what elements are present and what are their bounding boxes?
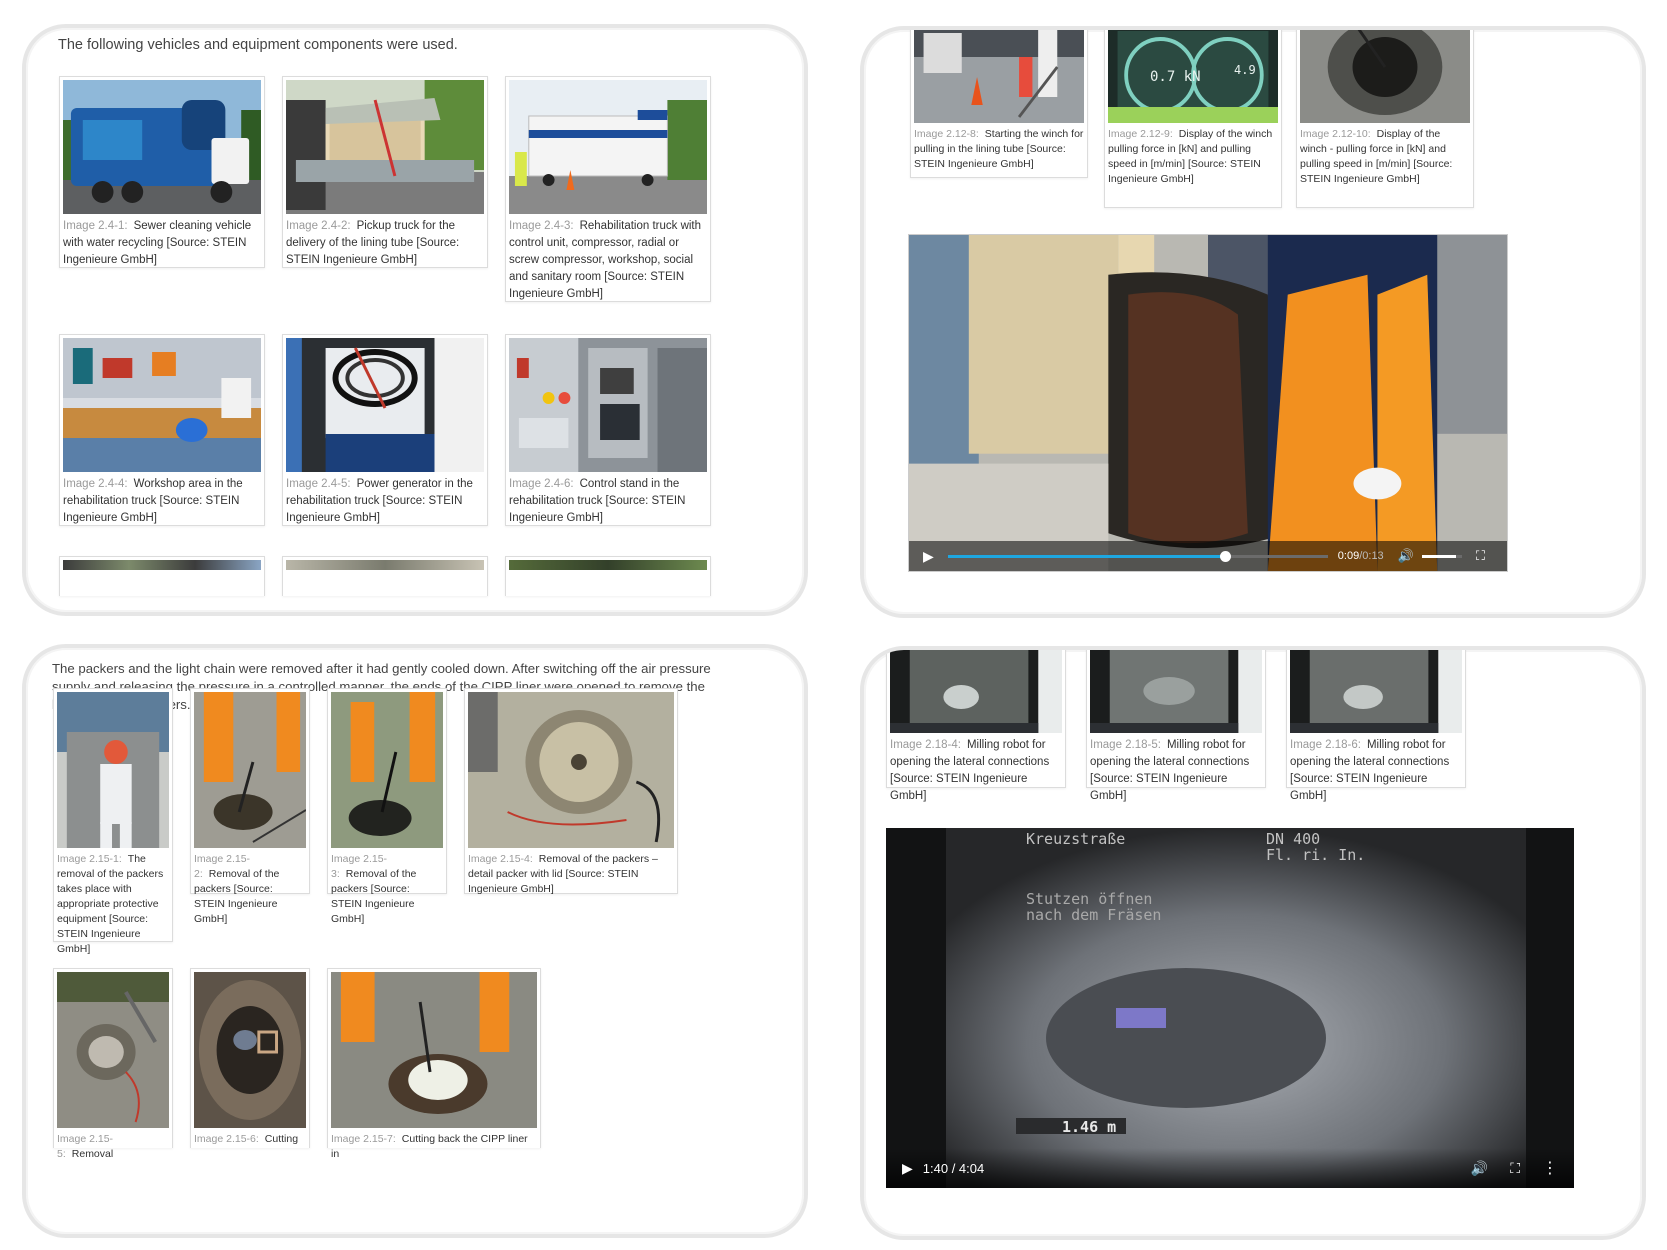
caption-number: Image 2.4-3: — [509, 220, 574, 232]
figure-packer-removal-3[interactable]: Image 2.15-3: Removal of the packers [Sou… — [327, 688, 447, 925]
caption-number: Image 2.15-7: — [331, 1133, 396, 1145]
photo-milling-robot-5[interactable] — [1090, 650, 1262, 733]
photo-manhole[interactable] — [1300, 30, 1470, 123]
figure-winch-display-manhole[interactable]: Image 2.12-10: Display of the winch - pul… — [1296, 30, 1474, 208]
caption-number: Image 2.18-5: — [1090, 739, 1161, 751]
fullscreen-icon[interactable]: ⛶ — [1510, 1160, 1520, 1177]
video-time: 1:40 / 4:04 — [922, 1160, 985, 1176]
video-controls: ▶ 1:40 / 4:04 🔊 ⛶ ⋮ — [886, 1148, 1574, 1188]
caption-number: Image 2.12-8: — [914, 128, 979, 140]
intro-text: The following vehicles and equipment com… — [58, 37, 458, 53]
figure-starting-winch[interactable]: Image 2.12-8: Starting the winch for pull… — [910, 30, 1088, 178]
figure-milling-robot-6[interactable]: Image 2.18-6: Milling robot for opening t… — [1286, 650, 1466, 802]
photo-power-generator[interactable] — [286, 338, 484, 472]
figure-sewer-cleaning-vehicle[interactable]: Image 2.4-1: Sewer cleaning vehicle with … — [59, 76, 265, 268]
caption-text: Removal of the packers [Source: STEIN In… — [331, 868, 417, 925]
caption-number: Image 2.4-4: — [63, 478, 128, 490]
figure-packer-removal-protective[interactable]: Image 2.15-1: The removal of the packers … — [53, 688, 173, 955]
caption-number: Image 2.18-6: — [1290, 739, 1361, 751]
figure-power-generator[interactable]: Image 2.4-5: Power generator in the rehab… — [282, 334, 488, 526]
figure-packer-detail-lid[interactable]: Image 2.15-4: Removal of the packers – de… — [464, 688, 678, 895]
caption-number: Image 2.12-9: — [1108, 128, 1173, 140]
panel-milling-robot: Image 2.18-4: Milling robot for opening t… — [860, 646, 1646, 1240]
caption-number: Image 2.15-1: — [57, 853, 122, 865]
overlay-distance: 1.46 m — [1062, 1118, 1117, 1136]
speed-readout: 4.9 — [1234, 63, 1256, 77]
panel-vehicles-equipment: The following vehicles and equipment com… — [22, 24, 808, 616]
volume-fill — [1421, 554, 1456, 558]
photo-packer-removal-2[interactable] — [194, 692, 306, 848]
video-duration: 0:13 — [1362, 550, 1384, 562]
photo-starting-winch[interactable] — [914, 30, 1084, 123]
caption-number: Image 2.4-1: — [63, 220, 128, 232]
photo-rehabilitation-truck[interactable] — [509, 80, 707, 214]
figure-control-stand[interactable]: Image 2.4-6: Control stand in the rehabil… — [505, 334, 711, 526]
figure-removal-5[interactable]: Image 2.15-5: Removal — [53, 968, 173, 1160]
caption-number: Image 2.15-6: — [194, 1133, 259, 1145]
volume-icon[interactable]: 🔊 — [1471, 1160, 1488, 1177]
photo-cut-off-3 — [509, 560, 707, 570]
caption-number: Image 2.4-6: — [509, 478, 574, 490]
figure-winch-display[interactable]: 0.7 kN 4.9 Image 2.12-9: Display of the w… — [1104, 30, 1282, 208]
photo-workshop-area[interactable] — [63, 338, 261, 472]
play-icon[interactable]: ▶ — [902, 1160, 913, 1177]
panel-packer-removal: The packers and the light chain were rem… — [22, 644, 808, 1238]
figure-milling-robot-4[interactable]: Image 2.18-4: Milling robot for opening t… — [886, 650, 1066, 802]
photo-cutting-6[interactable] — [194, 972, 306, 1128]
force-readout: 0.7 kN — [1150, 69, 1201, 85]
caption-text: Rehabilitation truck with control unit, … — [509, 220, 702, 300]
caption-number: Image 2.15-4: — [468, 853, 533, 865]
caption-number: Image 2.12-10: — [1300, 128, 1371, 140]
video-progress-bar[interactable] — [947, 550, 1328, 562]
photo-pickup-truck[interactable] — [286, 80, 484, 214]
photo-protective-equipment[interactable] — [57, 692, 169, 848]
caption-number: Image 2.4-2: — [286, 220, 351, 232]
figure-cut-off-2 — [282, 556, 488, 596]
photo-winch-display[interactable]: 0.7 kN 4.9 — [1108, 30, 1278, 123]
figure-cutting-back-liner[interactable]: Image 2.15-7: Cutting back the CIPP liner… — [327, 968, 541, 1160]
figure-milling-robot-5[interactable]: Image 2.18-5: Milling robot for opening t… — [1086, 650, 1266, 802]
volume-slider[interactable] — [1421, 554, 1462, 558]
panel-winch: Image 2.12-8: Starting the winch for pull… — [860, 26, 1646, 618]
photo-control-stand[interactable] — [509, 338, 707, 472]
video-controls: ▶ 0:09 / 0:13 🔊 ⛶ — [909, 541, 1507, 571]
video-progress-handle[interactable] — [1220, 550, 1232, 562]
photo-cutting-back-liner[interactable] — [331, 972, 537, 1128]
more-options-icon[interactable]: ⋮ — [1542, 1158, 1558, 1178]
figure-cutting-6[interactable]: Image 2.15-6: Cutting — [190, 968, 310, 1148]
caption-number: Image 2.4-5: — [286, 478, 351, 490]
photo-packer-removal-3[interactable] — [331, 692, 443, 848]
video-progress-fill — [947, 554, 1226, 558]
figure-packer-removal-2[interactable]: Image 2.15-2: Removal of the packers [Sou… — [190, 688, 310, 925]
figure-cut-off-1 — [59, 556, 265, 596]
photo-removal-5[interactable] — [57, 972, 169, 1128]
caption-number: Image 2.18-4: — [890, 739, 961, 751]
video-player-milling[interactable]: Kreuzstraße DN 400 Fl. ri. In. Stutzen ö… — [886, 828, 1574, 1188]
caption-text: Removal — [71, 1148, 114, 1160]
volume-icon[interactable]: 🔊 — [1398, 548, 1414, 564]
photo-cut-off-1 — [63, 560, 261, 570]
figure-rehabilitation-truck[interactable]: Image 2.4-3: Rehabilitation truck with co… — [505, 76, 711, 302]
figure-cut-off-3 — [505, 556, 711, 596]
figure-pickup-truck[interactable]: Image 2.4-2: Pickup truck for the deliver… — [282, 76, 488, 268]
photo-sewer-cleaning-vehicle[interactable] — [63, 80, 261, 214]
photo-cut-off-2 — [286, 560, 484, 570]
overlay-note-2: nach dem Fräsen — [1026, 906, 1162, 924]
fullscreen-icon[interactable]: ⛶ — [1476, 548, 1485, 564]
figure-workshop-area[interactable]: Image 2.4-4: Workshop area in the rehabil… — [59, 334, 265, 526]
video-player-winch[interactable]: ▶ 0:09 / 0:13 🔊 ⛶ — [908, 234, 1508, 572]
photo-packer-with-lid[interactable] — [468, 692, 674, 848]
play-icon[interactable]: ▶ — [923, 548, 934, 565]
caption-text: Cutting — [264, 1133, 299, 1145]
overlay-street: Kreuzstraße — [1026, 830, 1126, 848]
photo-milling-robot-6[interactable] — [1290, 650, 1462, 733]
caption-text: The removal of the packers takes place w… — [57, 853, 164, 955]
overlay-flow: Fl. ri. In. — [1266, 846, 1366, 864]
video-current-time: 0:09 — [1337, 550, 1360, 562]
photo-milling-robot-4[interactable] — [890, 650, 1062, 733]
caption-text: Removal of the packers [Source: STEIN In… — [194, 868, 280, 925]
